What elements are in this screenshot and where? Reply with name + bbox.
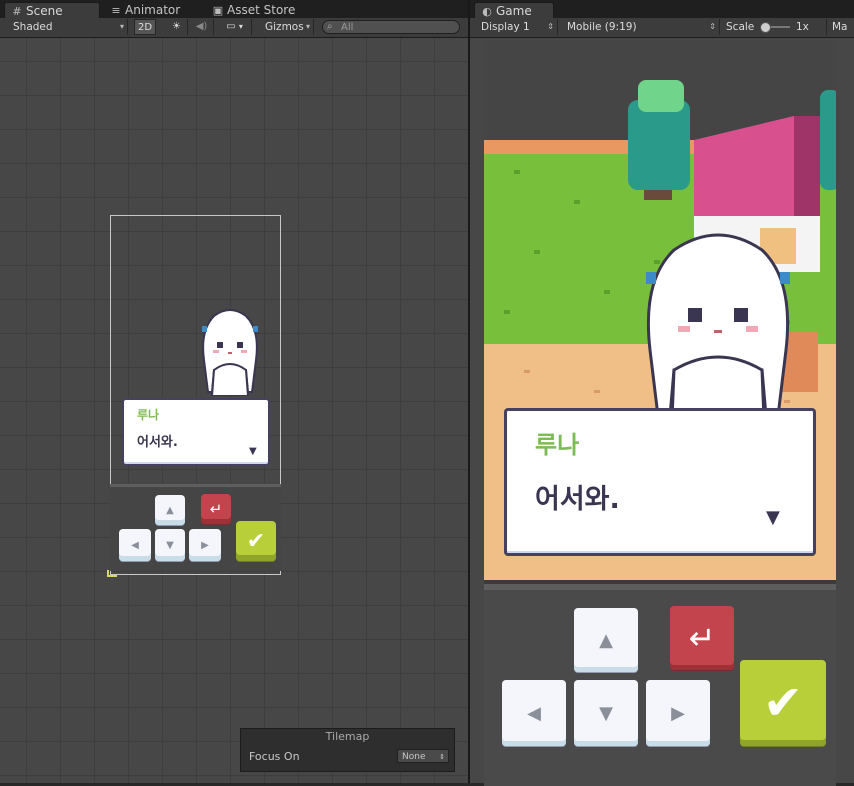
aspect-value: Mobile (9:19) <box>567 21 637 33</box>
enter-button[interactable]: ↵ <box>670 606 734 670</box>
shading-mode-dropdown[interactable]: Shaded ▾ <box>8 19 128 35</box>
right-button[interactable]: ▶ <box>189 529 221 561</box>
down-button[interactable]: ▼ <box>574 680 638 746</box>
tab-asset-store-label: Asset Store <box>227 3 296 17</box>
scene-tab-strip: # Scene ≡ Animator ▣ Asset Store <box>0 0 468 18</box>
chevron-updown-icon: ⇕ <box>709 22 716 31</box>
character-sprite-small <box>202 309 258 396</box>
aspect-dropdown[interactable]: Mobile (9:19) ⇕ <box>562 19 720 35</box>
tilemap-title: Tilemap <box>325 730 370 743</box>
more-indicator-icon: ▼ <box>249 446 257 457</box>
scale-value: 1x <box>796 21 809 33</box>
focus-on-label: Focus On <box>249 750 300 763</box>
search-icon: ⌕ <box>327 21 333 32</box>
store-icon: ▣ <box>212 4 224 17</box>
gizmos-label: Gizmos <box>265 21 304 33</box>
chevron-down-icon: ▾ <box>305 22 310 31</box>
scale-label: Scale <box>726 21 755 33</box>
controls-panel-large: ▲ ↵ ◀ ▼ ▶ ✔ <box>484 584 836 786</box>
animator-icon: ≡ <box>111 4 121 17</box>
up-button[interactable]: ▲ <box>574 608 638 672</box>
search-placeholder: All <box>341 22 354 33</box>
dialog-message: 어서와. <box>535 484 620 515</box>
focus-on-value: None <box>402 752 426 762</box>
tab-game[interactable]: ◐ Game <box>474 2 554 18</box>
game-canvas: 루나 어서와. ▼ ▲ ↵ ◀ ▼ ▶ ✔ <box>484 40 836 786</box>
controls-panel-small: ▲ ↵ ◀ ▼ ▶ ✔ <box>110 484 281 571</box>
dialog-box-small: 루나 어서와. ▼ <box>122 398 270 466</box>
character-sprite-large <box>646 233 790 420</box>
effects-dropdown[interactable]: ▭ ▾ <box>218 19 252 35</box>
tab-animator[interactable]: ≡ Animator <box>104 2 204 18</box>
tilemap-overlay: Tilemap Focus On None ⇕ <box>240 728 455 772</box>
tab-scene-label: Scene <box>26 4 63 18</box>
right-button[interactable]: ▶ <box>646 680 710 746</box>
dialog-box-large: 루나 어서와. ▼ <box>504 408 816 556</box>
confirm-button[interactable]: ✔ <box>236 521 276 561</box>
chevron-down-icon: ▾ <box>119 22 124 31</box>
left-button[interactable]: ◀ <box>119 529 151 561</box>
gizmos-dropdown[interactable]: Gizmos ▾ <box>260 19 314 35</box>
pivot-gizmo-icon[interactable] <box>107 570 117 577</box>
up-button[interactable]: ▲ <box>155 495 185 525</box>
shading-mode-value: Shaded <box>13 21 53 33</box>
2d-toggle-button[interactable]: 2D <box>134 19 156 35</box>
dialog-speaker-name: 루나 <box>535 431 580 459</box>
chevron-updown-icon: ⇕ <box>439 753 445 761</box>
scale-slider-handle[interactable] <box>760 22 771 33</box>
confirm-button[interactable]: ✔ <box>740 660 826 746</box>
chevron-down-icon: ▾ <box>238 22 243 31</box>
tab-scene[interactable]: # Scene <box>4 2 100 18</box>
game-toolbar: Display 1 ⇕ Mobile (9:19) ⇕ Scale 1x Ma <box>470 18 854 38</box>
display-dropdown[interactable]: Display 1 ⇕ <box>476 19 558 35</box>
more-indicator-icon: ▼ <box>766 507 780 528</box>
tab-game-label: Game <box>496 4 532 18</box>
chevron-updown-icon: ⇕ <box>547 22 554 31</box>
tab-asset-store[interactable]: ▣ Asset Store <box>206 2 316 18</box>
scene-lighting-icon[interactable]: ☀ <box>166 19 188 35</box>
left-button[interactable]: ◀ <box>502 680 566 746</box>
down-button[interactable]: ▼ <box>155 529 185 561</box>
maximize-on-play-button[interactable]: Ma <box>826 19 854 35</box>
dialog-speaker-name: 루나 <box>137 408 160 422</box>
audio-icon[interactable]: ◀) <box>190 19 214 35</box>
focus-on-dropdown[interactable]: None ⇕ <box>397 749 449 763</box>
display-value: Display 1 <box>481 21 530 33</box>
image-icon: ▭ <box>226 21 236 32</box>
game-tab-strip: ◐ Game <box>470 0 854 18</box>
tab-animator-label: Animator <box>125 3 181 17</box>
scene-toolbar: Shaded ▾ 2D ☀ ◀) ▭ ▾ Gizmos ▾ ⌕ All <box>0 18 468 38</box>
scene-search-input[interactable]: ⌕ All <box>322 20 460 34</box>
enter-button[interactable]: ↵ <box>201 494 231 524</box>
dialog-message: 어서와. <box>137 435 178 450</box>
scene-viewport[interactable]: 루나 어서와. ▼ ▲ ↵ ◀ ▼ ▶ ✔ Tilemap Focus On N… <box>0 38 468 783</box>
